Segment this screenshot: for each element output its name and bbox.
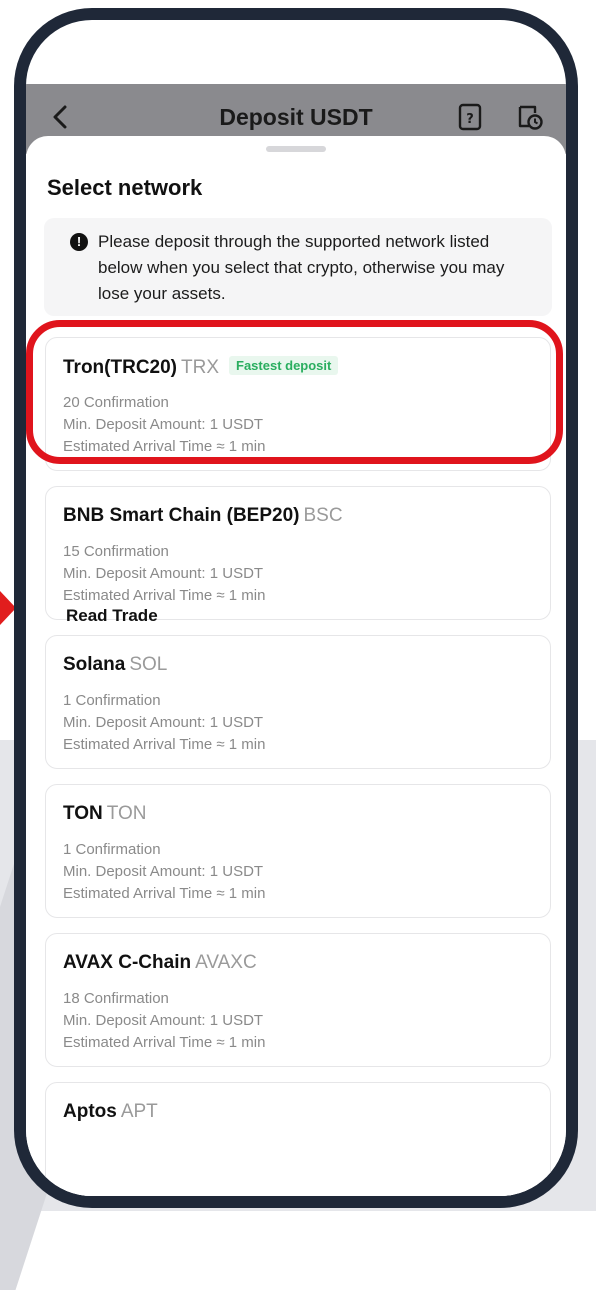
min-deposit: Min. Deposit Amount: 1 USDT xyxy=(63,565,264,582)
network-code: BSC xyxy=(303,505,343,526)
network-option-bnb[interactable]: BNB Smart Chain (BEP20) BSC 15 Confirmati… xyxy=(45,486,551,620)
confirmations: 1 Confirmation xyxy=(63,841,161,858)
network-name: Solana xyxy=(63,654,126,675)
network-option-aptos[interactable]: Aptos APT xyxy=(45,1082,551,1196)
history-icon[interactable] xyxy=(515,102,545,132)
network-code: SOL xyxy=(129,654,168,675)
network-code: TON xyxy=(106,803,147,824)
network-code: AVAXC xyxy=(195,952,257,973)
network-name: Aptos xyxy=(63,1101,117,1122)
arrival-time: Estimated Arrival Time ≈ 1 min xyxy=(63,885,266,902)
confirmations: 18 Confirmation xyxy=(63,990,169,1007)
arrival-time: Estimated Arrival Time ≈ 1 min xyxy=(63,1034,266,1051)
arrival-time: Estimated Arrival Time ≈ 1 min xyxy=(63,736,266,753)
confirmations: 1 Confirmation xyxy=(63,692,161,709)
network-name: TON xyxy=(63,803,103,824)
svg-text:?: ? xyxy=(466,112,474,127)
network-option-avax[interactable]: AVAX C-Chain AVAXC 18 Confirmation Min. D… xyxy=(45,933,551,1067)
min-deposit: Min. Deposit Amount: 1 USDT xyxy=(63,714,264,731)
network-option-solana[interactable]: Solana SOL 1 Confirmation Min. Deposit Am… xyxy=(45,635,551,769)
alert-icon: ! xyxy=(70,233,88,251)
min-deposit: Min. Deposit Amount: 1 USDT xyxy=(63,1012,264,1029)
network-code: APT xyxy=(120,1101,158,1122)
min-deposit: Min. Deposit Amount: 1 USDT xyxy=(63,863,264,880)
highlight-outline xyxy=(26,320,563,464)
notice-text: Please deposit through the supported net… xyxy=(98,232,505,303)
warning-notice: ! Please deposit through the supported n… xyxy=(44,218,552,316)
confirmations: 15 Confirmation xyxy=(63,543,169,560)
network-name: AVAX C-Chain xyxy=(63,952,192,973)
sheet-title: Select network xyxy=(47,175,203,200)
page-title: Deposit USDT xyxy=(219,104,373,130)
sheet-grabber[interactable] xyxy=(266,146,326,152)
network-sheet: Select network ! Please deposit through … xyxy=(26,136,566,1196)
watermark-label: Read Trade xyxy=(66,606,158,625)
help-icon[interactable]: ? xyxy=(456,102,484,132)
network-option-ton[interactable]: TON TON 1 Confirmation Min. Deposit Amoun… xyxy=(45,784,551,918)
arrival-time: Estimated Arrival Time ≈ 1 min xyxy=(63,587,266,604)
network-name: BNB Smart Chain (BEP20) xyxy=(63,505,300,526)
